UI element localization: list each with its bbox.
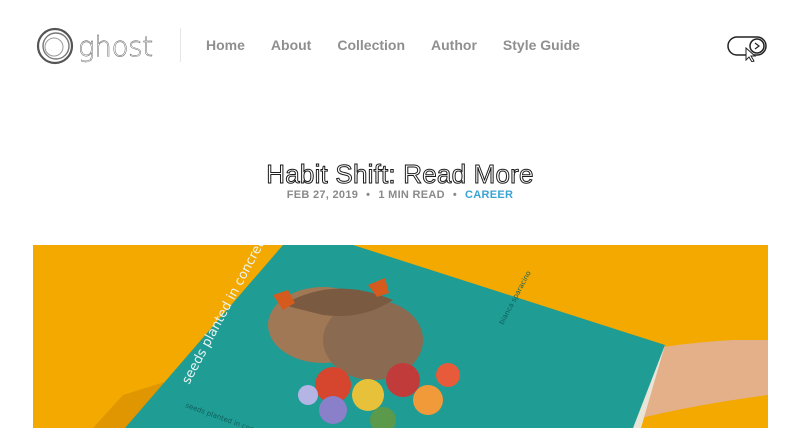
post-title: Habit Shift: Read More [266, 159, 534, 190]
book-photo: seeds planted in concrete seeds planted … [93, 245, 768, 428]
nav-collection[interactable]: Collection [337, 36, 405, 54]
theme-toggle-icon [727, 36, 767, 63]
logo-text: ghost [78, 29, 154, 63]
post-date: FEB 27, 2019 [286, 189, 359, 201]
nav-home[interactable]: Home [206, 36, 245, 54]
header-divider [180, 28, 181, 62]
feature-image: seeds planted in concrete seeds planted … [33, 245, 768, 428]
meta-separator: • [452, 189, 458, 201]
site-header: ghost Home About Collection Author Style… [0, 0, 800, 90]
nav-author[interactable]: Author [431, 36, 477, 54]
site-logo[interactable]: ghost [34, 24, 154, 68]
post-read-time: 1 MIN READ [378, 189, 445, 201]
main-nav: Home About Collection Author Style Guide [206, 36, 606, 54]
meta-separator: • [366, 189, 371, 201]
ghost-logo-icon [36, 27, 74, 65]
nav-about[interactable]: About [271, 36, 311, 54]
post-meta: FEB 27, 2019 • 1 MIN READ • CAREER [0, 189, 800, 201]
theme-toggle-button[interactable] [726, 32, 772, 63]
nav-style-guide[interactable]: Style Guide [503, 36, 580, 54]
post-tag-link[interactable]: CAREER [465, 189, 513, 201]
